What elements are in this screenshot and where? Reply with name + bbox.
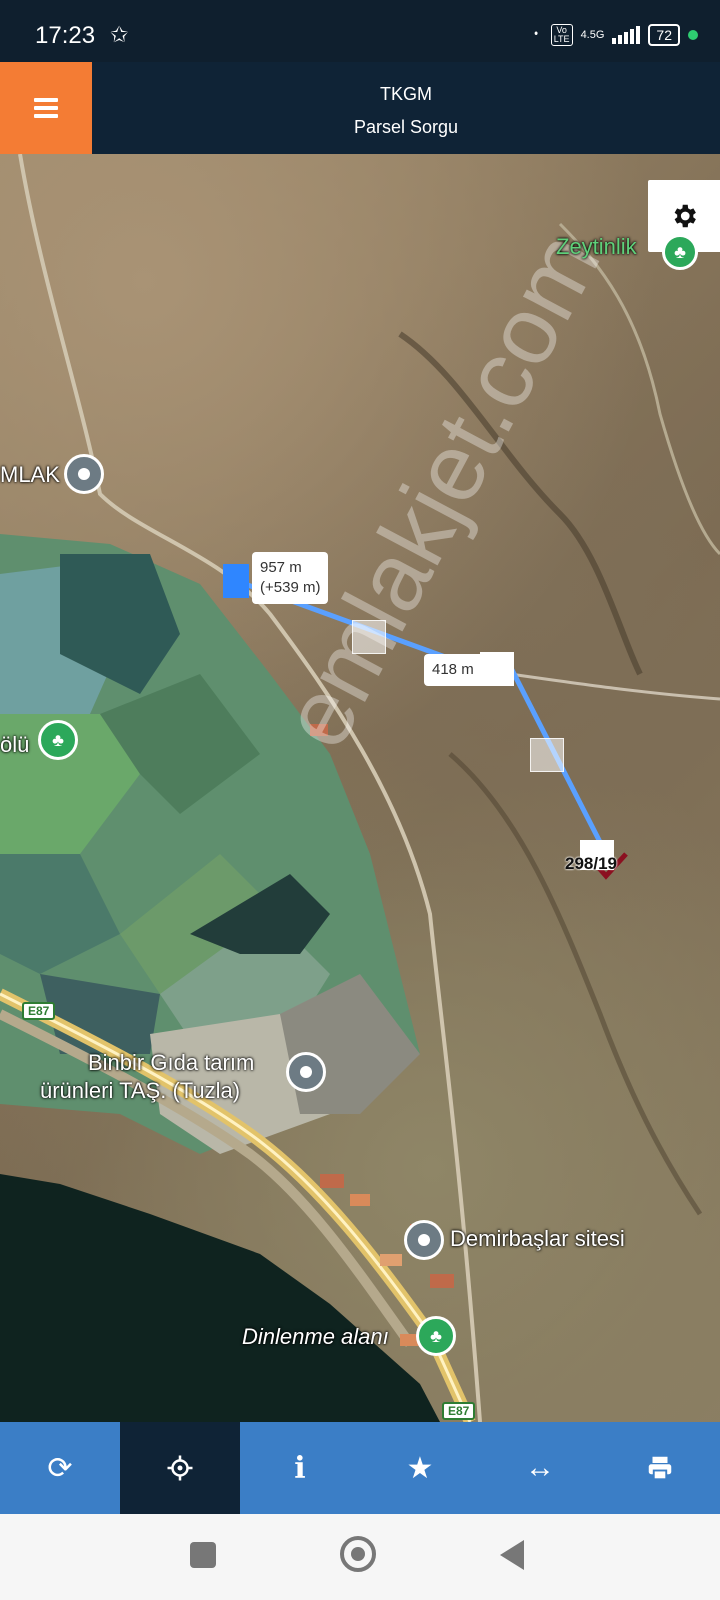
- recents-button[interactable]: [190, 1542, 216, 1568]
- privacy-dot-icon: [688, 30, 698, 40]
- road-shield-e87: E87: [22, 1002, 56, 1020]
- road-shield-e87-south: E87: [442, 1402, 476, 1420]
- measure-segment: 418 m: [432, 661, 474, 678]
- measure-icon: ↔: [525, 1451, 555, 1484]
- print-button[interactable]: [600, 1422, 720, 1514]
- satellite-map[interactable]: emlakjet.com Zeytinlik ♣ MLAK ölü ♣ Binb…: [0, 154, 720, 1422]
- label-golu: ölü: [0, 732, 30, 757]
- label-binbir-line1: Binbir Gıda tarım: [88, 1050, 255, 1075]
- status-bar: 17:23 ✩ ᛫ Vo LTE 4.5G 72: [0, 0, 720, 62]
- poi-dinlenme-tree-icon[interactable]: ♣: [416, 1316, 456, 1356]
- menu-button[interactable]: [0, 62, 92, 154]
- volte-icon: Vo LTE: [550, 24, 573, 46]
- measure-midpoint-handle-2[interactable]: [530, 738, 564, 772]
- status-time: 17:23: [35, 22, 96, 49]
- bluetooth-icon: ᛫: [529, 22, 543, 47]
- gear-icon: [674, 204, 696, 228]
- locate-button[interactable]: [120, 1422, 240, 1514]
- refresh-button[interactable]: ⟳: [0, 1422, 120, 1514]
- signal-icon: [612, 26, 641, 44]
- label-dinlenme: Dinlenme alanı: [242, 1324, 389, 1349]
- label-zeytinlik: Zeytinlik: [556, 234, 637, 259]
- print-icon: [648, 1456, 672, 1481]
- info-icon: i: [294, 1450, 306, 1486]
- star-icon: ★: [406, 1451, 434, 1485]
- network-type: 4.5G: [580, 29, 605, 41]
- back-button[interactable]: [500, 1540, 524, 1570]
- measure-total: 957 m: [260, 559, 302, 576]
- status-icons: ᛫ Vo LTE 4.5G 72: [530, 22, 698, 48]
- app-subtitle: Parsel Sorgu: [353, 117, 459, 137]
- crosshair-icon: [167, 1455, 193, 1481]
- label-binbir-line2: ürünleri TAŞ. (Tuzla): [40, 1078, 241, 1103]
- app-title: TKGM: [380, 84, 432, 104]
- measure-total-box: 957 m (+539 m): [252, 552, 329, 604]
- system-nav-bar: [0, 1514, 720, 1600]
- label-demirbaslar: Demirbaşlar sitesi: [450, 1226, 625, 1251]
- poi-binbir-pin-icon[interactable]: [286, 1052, 326, 1092]
- refresh-icon: ⟳: [47, 1451, 73, 1485]
- poi-demirbaslar-pin-icon[interactable]: [404, 1220, 444, 1260]
- poi-zeytinlik-tree-icon[interactable]: ♣: [662, 234, 698, 270]
- hamburger-icon: [34, 98, 58, 118]
- label-mlak: MLAK: [0, 462, 60, 487]
- app-header: TKGM Parsel Sorgu: [0, 62, 720, 154]
- measure-added: (+539 m): [260, 579, 321, 596]
- poi-mlak-pin-icon[interactable]: [64, 454, 104, 494]
- measure-vertex-handle[interactable]: [480, 652, 514, 686]
- favorites-button[interactable]: ★: [360, 1422, 480, 1514]
- poi-golu-tree-icon[interactable]: ♣: [38, 720, 78, 760]
- notification-star-icon: ✩: [110, 22, 129, 47]
- parcel-label: 298/19: [565, 854, 617, 873]
- battery-icon: 72: [648, 24, 680, 46]
- home-button[interactable]: [340, 1536, 376, 1572]
- measure-button[interactable]: ↔: [480, 1422, 600, 1514]
- info-button[interactable]: i: [240, 1422, 360, 1514]
- measure-midpoint-handle[interactable]: [352, 620, 386, 654]
- measure-start-marker[interactable]: [223, 564, 249, 598]
- bottom-toolbar: ⟳ i ★ ↔: [0, 1422, 720, 1514]
